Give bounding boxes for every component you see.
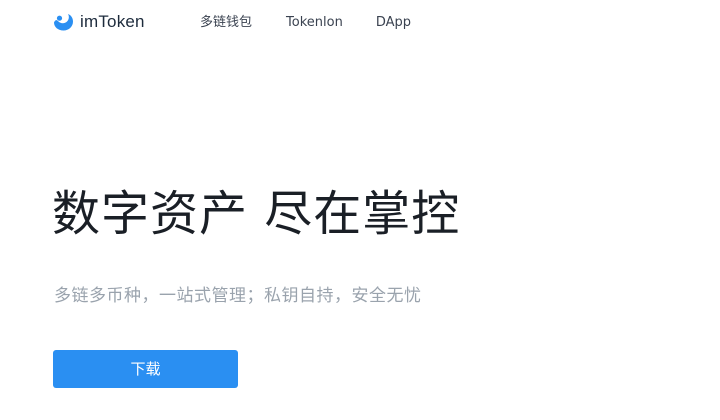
nav-link-tokenlon[interactable]: Tokenlon xyxy=(286,14,343,32)
nav-link-dapp[interactable]: DApp xyxy=(376,14,411,32)
imtoken-logo-icon xyxy=(53,13,74,31)
top-navigation: imToken 多链钱包 Tokenlon DApp xyxy=(0,0,720,46)
brand-name: imToken xyxy=(80,12,145,31)
hero-subtitle: 多链多币种，一站式管理；私钥自持，安全无忧 xyxy=(54,286,422,306)
download-button[interactable]: 下载 xyxy=(53,350,238,388)
brand-logo-link[interactable]: imToken xyxy=(53,10,145,34)
hero-title: 数字资产 尽在掌控 xyxy=(52,186,461,242)
nav-link-multichain-wallet[interactable]: 多链钱包 xyxy=(200,14,252,32)
nav-links: 多链钱包 Tokenlon DApp xyxy=(200,14,411,32)
landing-page: imToken 多链钱包 Tokenlon DApp 数字资产 尽在掌控 多链多… xyxy=(0,0,720,420)
